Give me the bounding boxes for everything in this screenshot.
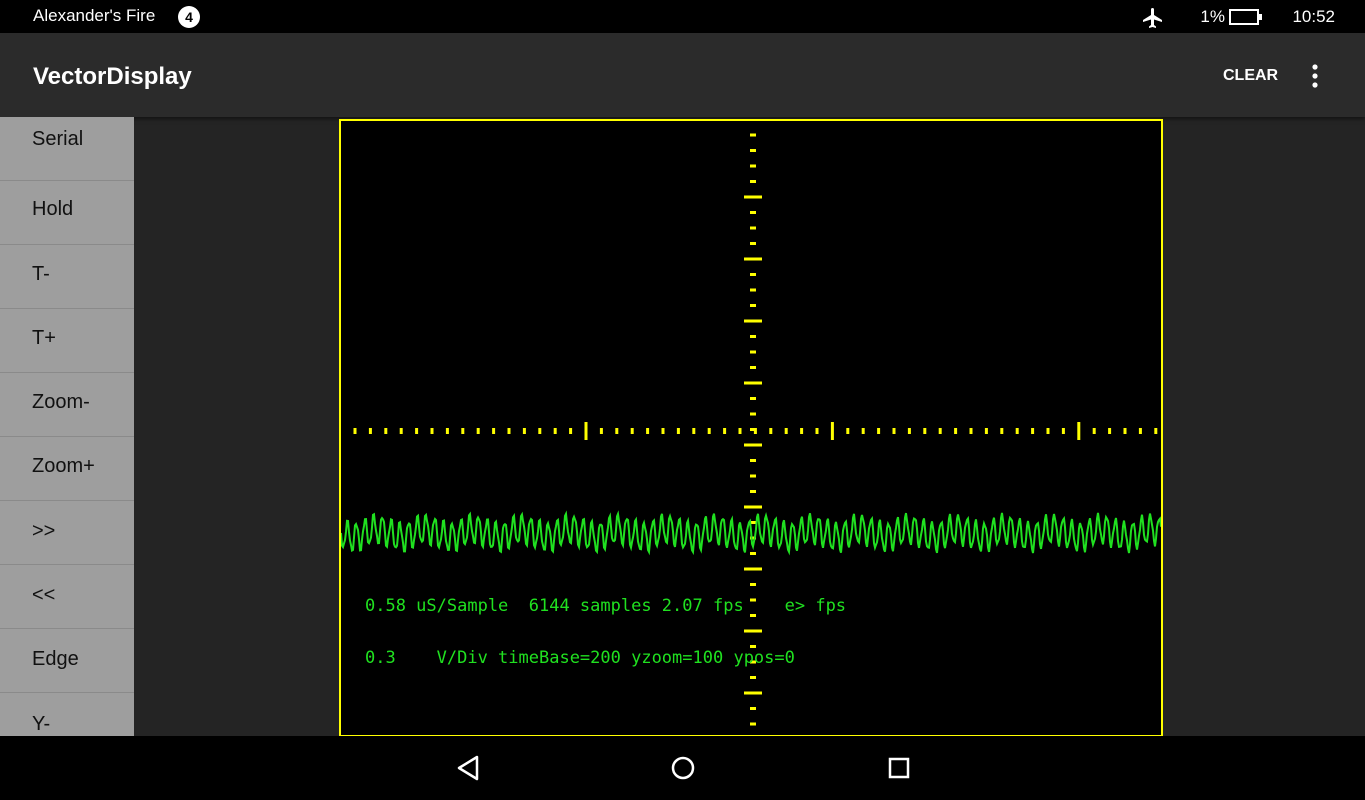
back-icon[interactable]: [455, 754, 481, 782]
overflow-menu-icon[interactable]: [1302, 59, 1328, 93]
zoom-minus-label: Zoom-: [32, 391, 90, 413]
app-title: VectorDisplay: [33, 63, 192, 90]
zoom-minus-button[interactable]: Zoom-: [0, 373, 134, 437]
oscilloscope-display[interactable]: 0.58 uS/Sample 6144 samples 2.07 fps e> …: [339, 119, 1163, 737]
clear-button[interactable]: CLEAR: [1210, 63, 1291, 89]
recents-icon[interactable]: [886, 754, 912, 782]
readout-line-2: 0.3 V/Div timeBase=200 yzoom=100 ypos=0: [365, 648, 795, 668]
battery-icon: [1229, 9, 1262, 25]
status-indicators: 1% 10:52: [1115, 6, 1335, 28]
time-plus-button[interactable]: T+: [0, 309, 134, 373]
status-bar: Alexander's Fire 4 1% 10:52: [0, 0, 1365, 33]
shift-right-label: >>: [32, 520, 56, 542]
time-plus-label: T+: [32, 327, 56, 349]
clock: 10:52: [1292, 7, 1335, 26]
y-minus-label: Y-: [32, 713, 51, 735]
control-sidebar: Serial Hold T- T+ Zoom- Zoom+ >> << Edge…: [0, 117, 134, 736]
serial-button[interactable]: Serial: [0, 117, 134, 181]
home-icon[interactable]: [670, 754, 696, 782]
shift-right-button[interactable]: >>: [0, 501, 134, 565]
scope-graphics: [341, 133, 1161, 726]
zoom-plus-label: Zoom+: [32, 455, 95, 477]
zoom-plus-button[interactable]: Zoom+: [0, 437, 134, 501]
hold-button[interactable]: Hold: [0, 181, 134, 245]
battery-percent: 1%: [1200, 7, 1225, 26]
airplane-icon: [1143, 8, 1162, 28]
serial-label: Serial: [32, 128, 84, 150]
app-bar: VectorDisplay CLEAR: [0, 33, 1365, 117]
time-minus-button[interactable]: T-: [0, 245, 134, 309]
signal-trace: [341, 510, 1161, 556]
hold-label: Hold: [32, 198, 74, 220]
readout-line-1: 0.58 uS/Sample 6144 samples 2.07 fps e> …: [365, 596, 847, 616]
device-name: Alexander's Fire: [33, 6, 156, 25]
shift-left-label: <<: [32, 584, 56, 606]
shift-left-button[interactable]: <<: [0, 565, 134, 629]
notification-badge: 4: [178, 6, 200, 28]
edge-label: Edge: [32, 648, 79, 670]
y-minus-button[interactable]: Y-: [0, 693, 134, 736]
edge-button[interactable]: Edge: [0, 629, 134, 693]
time-minus-label: T-: [32, 263, 50, 285]
navigation-bar: [0, 736, 1365, 800]
